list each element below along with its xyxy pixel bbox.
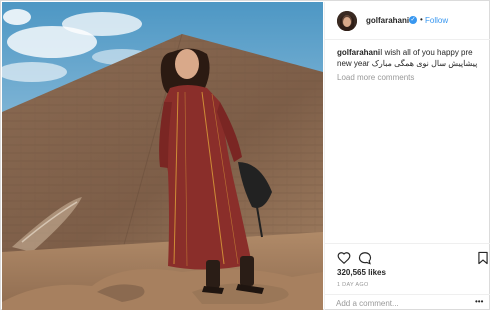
separator-dot: • [420, 15, 423, 24]
instagram-post: golfarahani ✓ • Follow golfarahaniI wish… [0, 0, 490, 310]
heart-icon[interactable] [337, 251, 351, 265]
post-header: golfarahani ✓ • Follow [325, 2, 490, 40]
photo-scene [2, 2, 323, 310]
post-date[interactable]: 1 DAY AGO [337, 282, 369, 288]
comment-icon[interactable] [358, 251, 372, 265]
comment-box: ••• [325, 294, 490, 310]
bookmark-icon[interactable] [476, 251, 490, 265]
caption: golfarahaniI wish all of you happy pre n… [337, 47, 487, 69]
post-photo[interactable] [2, 2, 323, 310]
load-more-comments-link[interactable]: Load more comments [337, 73, 414, 82]
follow-button[interactable]: Follow [425, 16, 448, 25]
actions-bar [325, 243, 490, 244]
verified-badge-icon: ✓ [409, 16, 417, 24]
post-side-panel: golfarahani ✓ • Follow golfarahaniI wish… [324, 2, 490, 310]
avatar-image [337, 11, 357, 31]
like-count[interactable]: 320,565 likes [337, 268, 386, 277]
more-options-button[interactable]: ••• [475, 297, 483, 306]
comment-input[interactable] [336, 299, 456, 308]
username[interactable]: golfarahani [366, 16, 409, 25]
avatar[interactable] [337, 11, 357, 31]
caption-username[interactable]: golfarahani [337, 48, 380, 57]
